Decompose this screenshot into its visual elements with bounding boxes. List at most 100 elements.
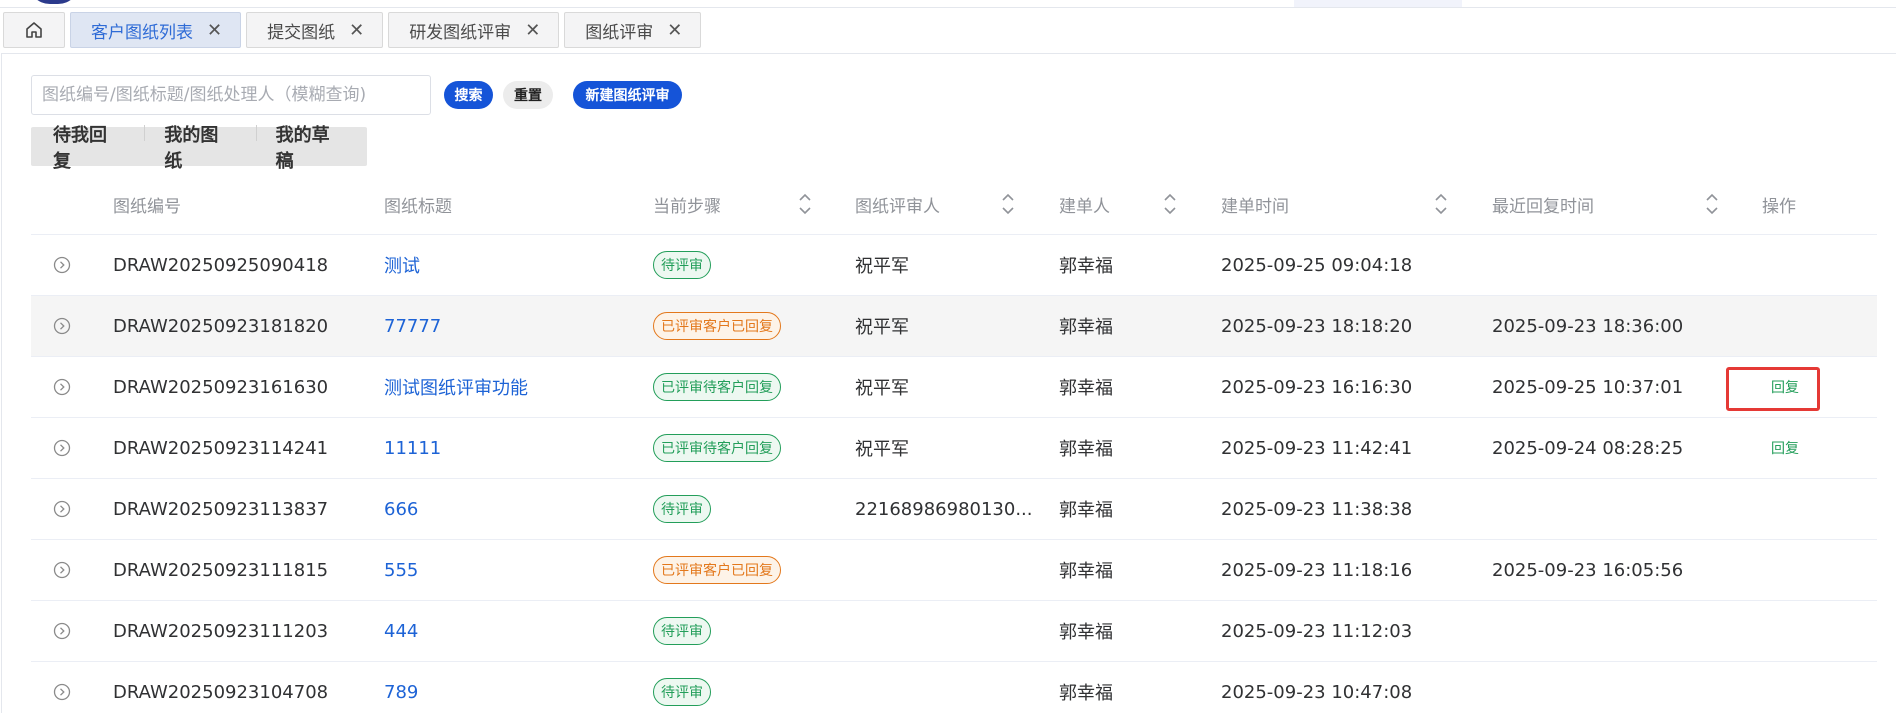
cell-title[interactable]: 11111 [384, 418, 441, 478]
filter-tab-pending-reply[interactable]: 待我回复 [31, 121, 144, 173]
header-action: 操作 [1762, 197, 1796, 217]
cell-created: 2025-09-23 11:12:03 [1221, 620, 1413, 642]
cell-code: DRAW20250923181820 [113, 315, 329, 337]
table-row: DRAW20250923181820 77777 已评审客户已回复 祝平军 郭幸福 202… [31, 296, 1877, 357]
header-accent [1294, 0, 1462, 7]
logo [28, 0, 80, 4]
cell-code: DRAW20250923113837 [113, 498, 329, 520]
cell-created: 2025-09-23 11:42:41 [1221, 437, 1413, 459]
cell-title[interactable]: 666 [384, 479, 418, 539]
cell-reviewer: 祝平军 [855, 439, 909, 460]
page-tabs: 客户图纸列表 ✕ 提交图纸 ✕ 研发图纸评审 ✕ 图纸评审 ✕ [0, 12, 702, 50]
cell-creator: 郭幸福 [1059, 561, 1113, 582]
cell-step: 待评审 [653, 479, 711, 539]
cell-reviewer: 22168986980130... [855, 498, 1033, 520]
table-header: 图纸编号 图纸标题 当前步骤 图纸评审人 建单人 建单时间 最近回复时间 操作 [31, 174, 1877, 235]
table-row: DRAW20250923114241 11111 已评审待客户回复 祝平军 郭幸福 202… [31, 418, 1877, 479]
tab-home[interactable] [3, 12, 65, 48]
sort-reviewer-icon[interactable] [1001, 191, 1015, 217]
close-icon[interactable]: ✕ [349, 20, 364, 41]
cell-step: 已评审待客户回复 [653, 357, 781, 417]
header-step[interactable]: 当前步骤 [653, 174, 721, 235]
sort-step-icon[interactable] [798, 191, 812, 217]
cell-code: DRAW20250923111815 [113, 559, 329, 581]
table-row: DRAW20250923111203 444 待评审 郭幸福 2025-09-23 11… [31, 601, 1877, 662]
expand-row-icon[interactable] [53, 439, 71, 457]
search-input[interactable] [31, 75, 431, 115]
cell-code: DRAW20250925090418 [113, 254, 329, 276]
filter-tab-my-drawings[interactable]: 我的图纸 [144, 121, 255, 173]
cell-title[interactable]: 77777 [384, 296, 441, 356]
cell-created: 2025-09-23 10:47:08 [1221, 681, 1413, 703]
cell-step: 已评审待客户回复 [653, 418, 781, 478]
expand-row-icon[interactable] [53, 622, 71, 640]
table-row: DRAW20250923111815 555 已评审客户已回复 郭幸福 2025-09-… [31, 540, 1877, 601]
cell-step: 已评审客户已回复 [653, 296, 781, 356]
cell-reviewer: 祝平军 [855, 256, 909, 277]
close-icon[interactable]: ✕ [667, 20, 682, 41]
sort-creator-icon[interactable] [1163, 191, 1177, 217]
new-review-button[interactable]: 新建图纸评审 [573, 81, 682, 109]
cell-creator: 郭幸福 [1059, 439, 1113, 460]
tab-rd-review[interactable]: 研发图纸评审 ✕ [388, 12, 560, 48]
sort-replied-icon[interactable] [1705, 191, 1719, 217]
cell-creator: 郭幸福 [1059, 378, 1113, 399]
cell-replied: 2025-09-25 10:37:01 [1492, 376, 1684, 398]
drawings-table: 图纸编号 图纸标题 当前步骤 图纸评审人 建单人 建单时间 最近回复时间 操作 … [31, 174, 1877, 713]
step-status-badge: 已评审客户已回复 [653, 312, 781, 340]
expand-row-icon[interactable] [53, 561, 71, 579]
cell-title[interactable]: 测试图纸评审功能 [384, 357, 528, 417]
cell-replied: 2025-09-23 18:36:00 [1492, 315, 1684, 337]
cell-code: DRAW20250923161630 [113, 376, 329, 398]
cell-step: 已评审客户已回复 [653, 540, 781, 600]
expand-row-icon[interactable] [53, 500, 71, 518]
cell-title[interactable]: 测试 [384, 235, 420, 295]
header-replied[interactable]: 最近回复时间 [1492, 174, 1594, 235]
expand-row-icon[interactable] [53, 378, 71, 396]
header-created[interactable]: 建单时间 [1221, 174, 1289, 235]
close-icon[interactable]: ✕ [207, 20, 222, 41]
tab-label: 图纸评审 [585, 22, 654, 43]
cell-creator: 郭幸福 [1059, 683, 1113, 704]
cell-reviewer: 祝平军 [855, 317, 909, 338]
cell-replied: 2025-09-23 16:05:56 [1492, 559, 1684, 581]
sort-created-icon[interactable] [1434, 191, 1448, 217]
cell-creator: 郭幸福 [1059, 500, 1113, 521]
cell-title[interactable]: 555 [384, 540, 418, 600]
expand-row-icon[interactable] [53, 683, 71, 701]
cell-created: 2025-09-23 16:16:30 [1221, 376, 1413, 398]
cell-title[interactable]: 444 [384, 601, 418, 661]
tab-drawing-review[interactable]: 图纸评审 ✕ [564, 12, 702, 48]
cell-action: 回复 [1771, 418, 1799, 478]
tab-label: 研发图纸评审 [409, 22, 512, 43]
cell-created: 2025-09-23 11:38:38 [1221, 498, 1413, 520]
reply-button[interactable]: 回复 [1771, 438, 1799, 458]
header-code: 图纸编号 [113, 197, 181, 217]
table-row: DRAW20250923161630 测试图纸评审功能 已评审待客户回复 祝平军 郭幸福… [31, 357, 1877, 418]
search-button[interactable]: 搜索 [444, 81, 493, 109]
top-header-strip [0, 0, 1896, 8]
cell-step: 待评审 [653, 601, 711, 661]
header-reviewer[interactable]: 图纸评审人 [855, 174, 940, 235]
tab-submit-drawing[interactable]: 提交图纸 ✕ [246, 12, 384, 48]
cell-code: DRAW20250923111203 [113, 620, 329, 642]
table-row: DRAW20250923104708 789 待评审 郭幸福 2025-09-23 10… [31, 662, 1877, 713]
header-title: 图纸标题 [384, 197, 452, 217]
step-status-badge: 待评审 [653, 495, 711, 523]
expand-row-icon[interactable] [53, 317, 71, 335]
close-icon[interactable]: ✕ [525, 20, 540, 41]
cell-title[interactable]: 789 [384, 662, 418, 713]
table-row: DRAW20250925090418 测试 待评审 祝平军 郭幸福 2025-09-25 … [31, 235, 1877, 296]
header-creator[interactable]: 建单人 [1059, 174, 1110, 235]
cell-creator: 郭幸福 [1059, 317, 1113, 338]
filter-tab-my-drafts[interactable]: 我的草稿 [255, 121, 367, 173]
expand-row-icon[interactable] [53, 256, 71, 274]
step-status-badge: 待评审 [653, 678, 711, 706]
cell-step: 待评审 [653, 235, 711, 295]
cell-code: DRAW20250923114241 [113, 437, 329, 459]
reset-button[interactable]: 重置 [503, 81, 553, 109]
filter-tabs: 待我回复 我的图纸 我的草稿 [31, 124, 367, 172]
cell-created: 2025-09-23 18:18:20 [1221, 315, 1413, 337]
tab-customer-drawings[interactable]: 客户图纸列表 ✕ [70, 12, 242, 48]
step-status-badge: 待评审 [653, 251, 711, 279]
